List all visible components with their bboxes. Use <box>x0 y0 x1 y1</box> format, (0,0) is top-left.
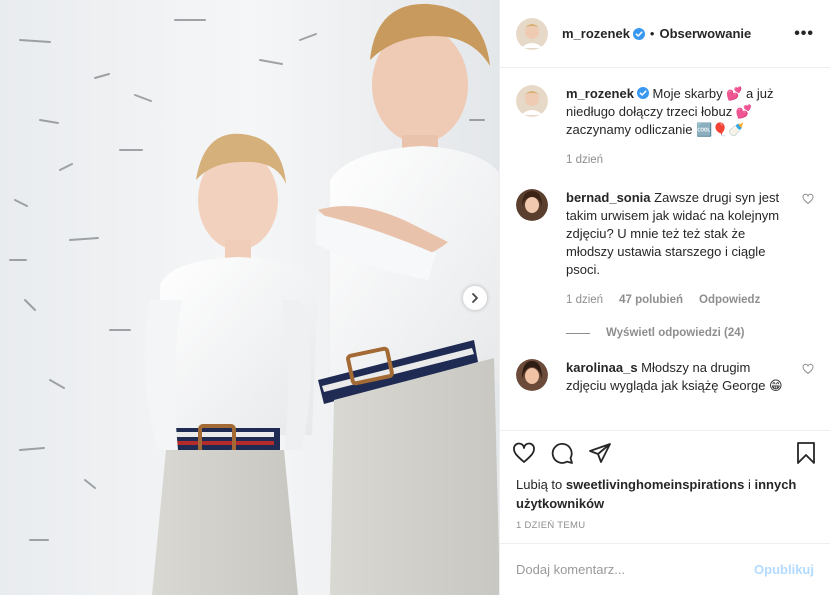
commenter-avatar[interactable] <box>516 359 548 391</box>
separator-dot: • <box>649 26 655 41</box>
reply-button[interactable]: Odpowiedz <box>699 291 760 309</box>
author-avatar[interactable] <box>516 17 548 50</box>
publish-button[interactable]: Opublikuj <box>754 562 814 577</box>
author-line: m_rozenek • Obserwowanie <box>562 26 751 41</box>
comment-bubble-icon <box>551 442 573 464</box>
heart-icon <box>513 442 535 463</box>
comment-username[interactable]: karolinaa_s <box>566 360 638 375</box>
paper-plane-icon <box>589 442 611 463</box>
caption-time[interactable]: 1 dzień <box>566 151 603 169</box>
verified-badge-icon <box>636 87 649 99</box>
bookmark-icon <box>797 441 815 464</box>
caption-username[interactable]: m_rozenek <box>566 86 634 101</box>
avatar-image <box>516 17 548 50</box>
post-timestamp[interactable]: 1 DZIEŃ TEMU <box>516 520 585 531</box>
replies-divider <box>566 332 590 334</box>
like-comment-heart-icon[interactable] <box>802 363 814 375</box>
comment-username[interactable]: bernad_sonia <box>566 190 651 205</box>
comment-input[interactable] <box>516 562 755 577</box>
view-replies-label: Wyświetl odpowiedzi (24) <box>606 327 745 339</box>
view-replies-button[interactable]: Wyświetl odpowiedzi (24) <box>566 327 814 339</box>
comment-time[interactable]: 1 dzień <box>566 291 603 309</box>
comments-list[interactable]: m_rozenek Moje skarby 💕 a już niedługo d… <box>500 69 830 430</box>
post-side-panel: m_rozenek • Obserwowanie ••• m_rozenek M… <box>499 0 830 595</box>
chevron-right-icon <box>472 293 478 303</box>
comment-button[interactable] <box>550 441 574 465</box>
avatar-image <box>516 85 548 117</box>
comment-likes[interactable]: 47 polubień <box>619 291 683 309</box>
next-photo-button[interactable] <box>463 286 487 310</box>
caption-avatar[interactable] <box>516 85 548 117</box>
likes-conj: i <box>747 477 751 492</box>
commenter-avatar[interactable] <box>516 189 548 221</box>
comment-item: bernad_sonia Zawsze drugi syn jest takim… <box>516 189 814 309</box>
liker-username[interactable]: sweetlivinghomeinspirations <box>566 477 744 492</box>
save-button[interactable] <box>794 441 818 465</box>
avatar-image <box>516 189 548 221</box>
post-photo[interactable] <box>0 0 499 595</box>
like-comment-heart-icon[interactable] <box>802 193 814 205</box>
like-button[interactable] <box>512 441 536 465</box>
more-options-icon[interactable]: ••• <box>794 25 814 43</box>
comment-item: karolinaa_s Młodszy na drugim zdjęciu wy… <box>516 359 814 395</box>
avatar-image <box>516 359 548 391</box>
verified-badge-icon <box>632 27 645 40</box>
following-button[interactable]: Obserwowanie <box>659 26 751 41</box>
author-username[interactable]: m_rozenek <box>562 26 630 41</box>
add-comment-bar: Opublikuj <box>500 543 830 595</box>
post-image <box>0 0 499 595</box>
likes-summary: Lubią to sweetlivinghomeinspirations i i… <box>516 475 814 513</box>
caption-body: m_rozenek Moje skarby 💕 a już niedługo d… <box>566 85 814 169</box>
instagram-post-modal: m_rozenek • Obserwowanie ••• m_rozenek M… <box>0 0 830 595</box>
post-header: m_rozenek • Obserwowanie ••• <box>500 0 830 68</box>
likes-prefix: Lubią to <box>516 477 563 492</box>
comment-body: bernad_sonia Zawsze drugi syn jest takim… <box>566 189 794 309</box>
caption-meta: 1 dzień <box>566 151 814 169</box>
post-actions <box>500 430 830 474</box>
comment-meta: 1 dzień 47 polubień Odpowiedz <box>566 291 794 309</box>
caption: m_rozenek Moje skarby 💕 a już niedługo d… <box>516 85 814 169</box>
share-button[interactable] <box>588 441 612 465</box>
comment-body: karolinaa_s Młodszy na drugim zdjęciu wy… <box>566 359 794 395</box>
